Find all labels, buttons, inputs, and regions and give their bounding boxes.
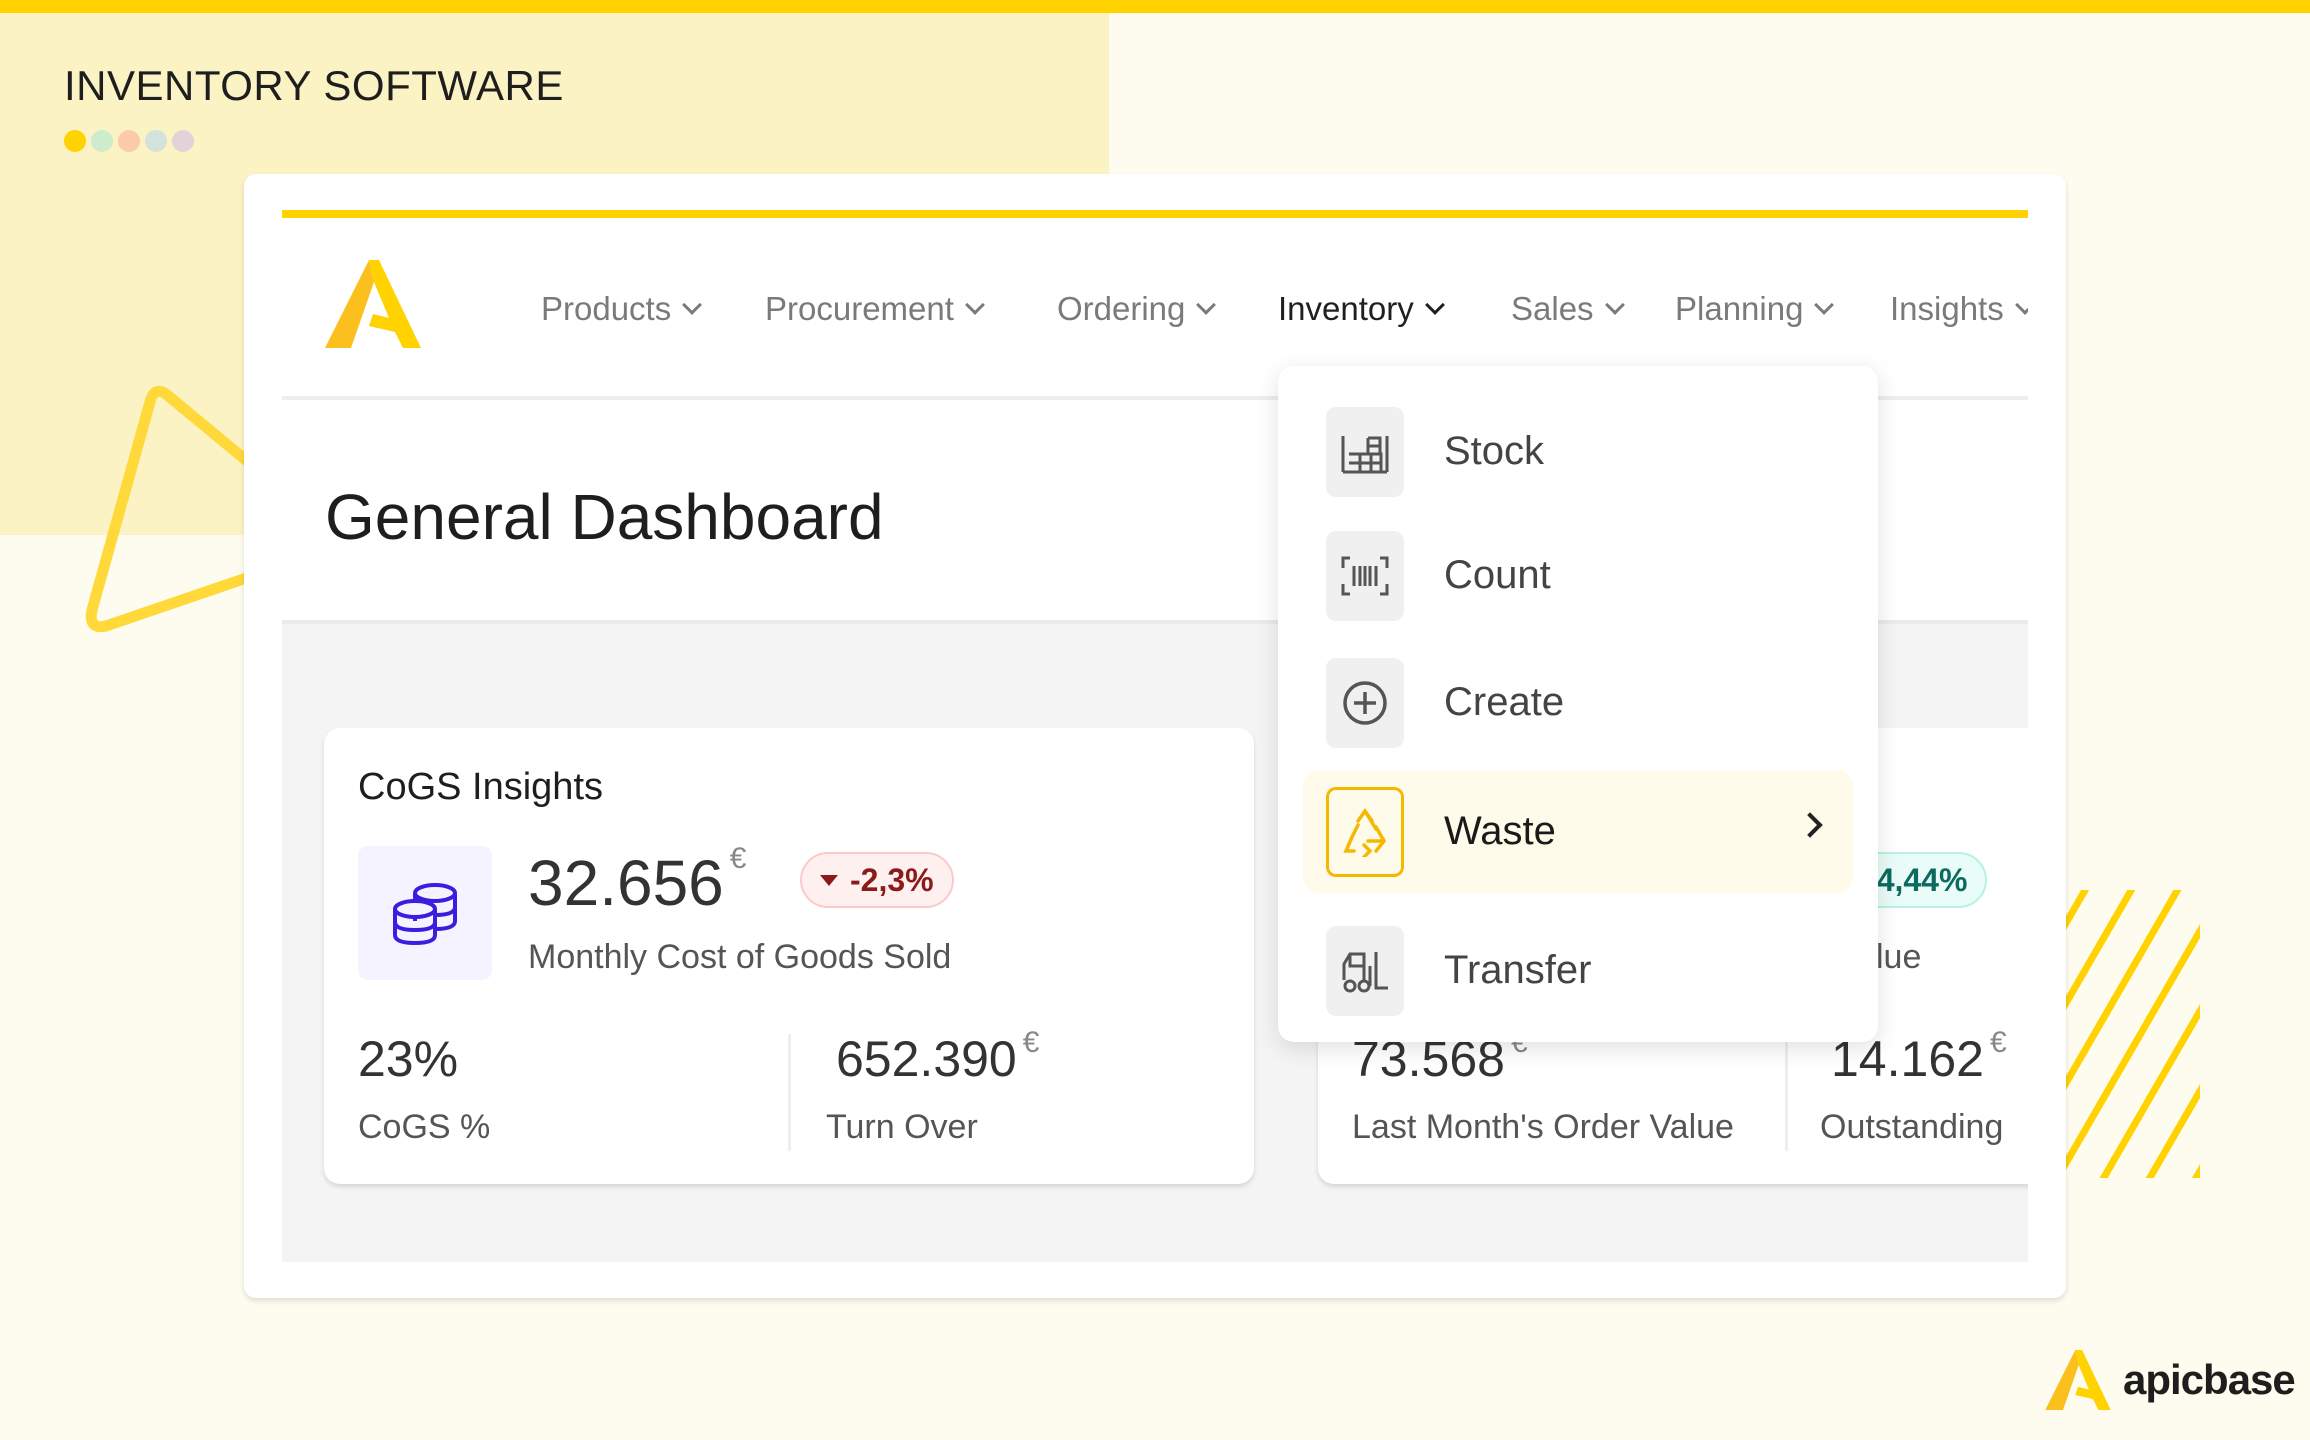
nav-planning[interactable]: Planning [1675,290,1835,328]
orders-label: lue [1876,938,1922,976]
menu-item-stock[interactable]: Stock [1303,390,1853,513]
cogs-value: 32.656 € [528,842,746,920]
banner-dot [118,130,140,152]
menu-item-waste[interactable]: Waste [1303,770,1853,893]
banner-dot [172,130,194,152]
menu-item-create[interactable]: Create [1303,641,1853,764]
turnover-label: Turn Over [826,1108,978,1146]
nav-inventory[interactable]: Inventory [1278,290,1445,328]
currency: € [1022,1026,1040,1059]
cogs-label: Monthly Cost of Goods Sold [528,938,952,976]
nav-ordering[interactable]: Ordering [1057,290,1217,328]
decorative-stripes [2066,890,2200,1178]
value-number: 32.656 [528,847,724,919]
triangle-down-icon [820,874,838,886]
chevron-down-icon [682,295,703,315]
change-badge: -2,3% [800,852,954,908]
recycle-icon [1326,786,1404,877]
footer-logo: apicbase [2045,1350,2296,1410]
outstanding-label: Outstanding [1820,1108,2004,1146]
menu-label: Transfer [1444,948,1592,992]
accent-line [282,210,2028,218]
top-accent-bar [0,0,2310,13]
nav-label: Sales [1511,290,1594,327]
chevron-down-icon [1604,295,1625,315]
currency: € [1989,1026,2007,1059]
chevron-right-icon [1797,812,1823,838]
change-value: -2,3% [850,861,934,898]
menu-label: Waste [1444,809,1556,853]
barcode-scan-icon [1326,530,1404,621]
divider [788,1034,791,1151]
menu-item-count[interactable]: Count [1303,514,1853,637]
inventory-dropdown-menu: Stock Count Create Waste Transfer [1278,366,1878,1042]
warehouse-icon [1326,406,1404,497]
chevron-down-icon [1196,295,1217,315]
nav-procurement[interactable]: Procurement [765,290,985,328]
banner-dot [91,130,113,152]
nav-insights[interactable]: Insights [1890,290,2028,328]
logo-text: apicbase [2123,1356,2296,1403]
nav-label: Insights [1890,290,2004,327]
nav-label: Planning [1675,290,1804,327]
forklift-icon [1326,925,1404,1016]
banner-dot [64,130,86,152]
menu-item-transfer[interactable]: Transfer [1303,909,1853,1032]
menu-label: Create [1444,680,1565,724]
nav-label: Ordering [1057,290,1186,327]
nav-products[interactable]: Products [541,290,703,328]
order-value-label: Last Month's Order Value [1352,1108,1734,1146]
plus-circle-icon [1326,657,1404,748]
banner-title: INVENTORY SOFTWARE [64,62,564,109]
coins-icon [358,846,492,980]
cogs-percent-label: CoGS % [358,1108,491,1146]
nav-sales[interactable]: Sales [1511,290,1625,328]
page-title: General Dashboard [325,481,884,553]
cogs-percent-value: 23% [358,1031,459,1087]
menu-label: Count [1444,553,1551,597]
currency: € [729,842,747,875]
menu-label: Stock [1444,429,1545,473]
chevron-down-icon [965,295,985,315]
nav-label: Procurement [765,290,954,327]
divider [1785,1034,1788,1151]
value-number: 652.390 [836,1031,1017,1087]
apicbase-logo[interactable] [325,260,421,348]
turnover-value: 652.390 € [836,1026,1039,1088]
chevron-down-icon [2014,295,2028,315]
apicbase-logo-icon [2045,1350,2111,1410]
nav-label: Products [541,290,672,327]
nav-label: Inventory [1278,290,1414,327]
card-title: CoGS Insights [358,766,603,808]
chevron-down-icon [1814,295,1835,315]
banner-dot [145,130,167,152]
cogs-card[interactable]: CoGS Insights 32.656 € -2,3% Monthly Cost… [324,728,1254,1184]
chevron-down-icon [1424,295,1445,315]
